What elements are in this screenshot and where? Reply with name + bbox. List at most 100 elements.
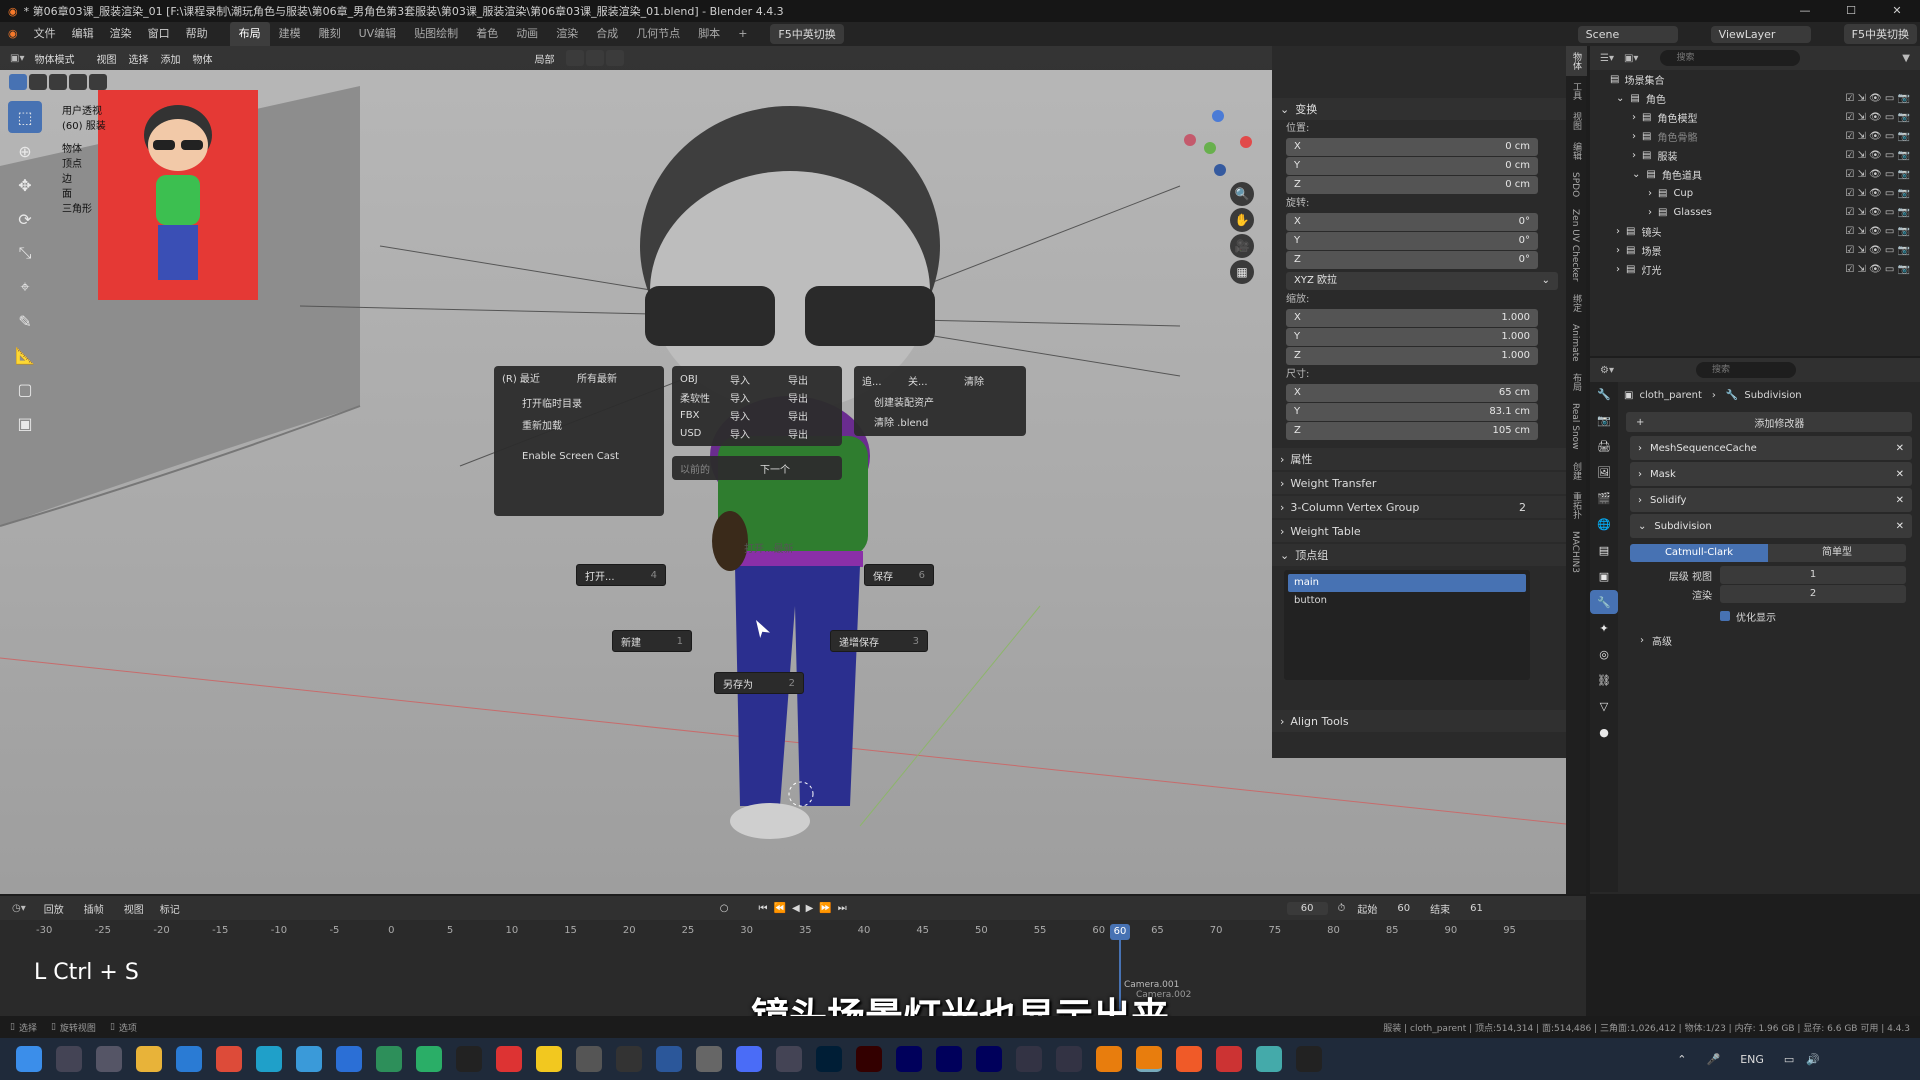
- workspace-tab-geometry-nodes[interactable]: 几何节点: [627, 22, 689, 46]
- vertex-group-item-main[interactable]: main: [1288, 574, 1526, 592]
- timeline-menu-view[interactable]: 视图: [124, 901, 144, 916]
- menu-edit[interactable]: 编辑: [64, 22, 102, 46]
- visibility-toggles[interactable]: ☑ ⇲ 👁 ▭ 📷: [1845, 245, 1910, 256]
- outliner-type-icon[interactable]: ☰▾: [1600, 53, 1614, 64]
- catmull-clark-button[interactable]: Catmull-Clark: [1630, 544, 1768, 562]
- modifier-tab-icon[interactable]: 🔧: [1590, 590, 1618, 614]
- add-modifier-button[interactable]: + 添加修改器: [1626, 412, 1912, 432]
- annotate-tool[interactable]: ✎: [8, 305, 42, 337]
- select-mode-extend[interactable]: [29, 74, 47, 90]
- outliner-root-row[interactable]: ▤ 场景集合: [1590, 70, 1920, 89]
- close-icon[interactable]: ✕: [1896, 469, 1904, 480]
- levels-render-field[interactable]: 2: [1720, 585, 1906, 603]
- gizmo-z[interactable]: [1212, 110, 1224, 122]
- fbx-import-button[interactable]: 导入: [730, 408, 788, 423]
- app-icon[interactable]: [1216, 1046, 1242, 1072]
- outliner-row[interactable]: › ▤ Cup ☑ ⇲ 👁 ▭ 📷: [1590, 184, 1920, 203]
- app-icon[interactable]: [336, 1046, 362, 1072]
- world-tab-icon[interactable]: 🌐: [1590, 512, 1618, 536]
- pie-new-button[interactable]: 新建 1: [612, 630, 692, 652]
- workspace-tab-compositing[interactable]: 合成: [587, 22, 627, 46]
- play-icon[interactable]: ▶: [806, 903, 814, 914]
- collapse-chevron-icon[interactable]: ⌄: [1632, 169, 1640, 180]
- soft-import-button[interactable]: 导入: [730, 390, 788, 405]
- jump-end-icon[interactable]: ⏭: [838, 903, 847, 914]
- object-mode-selector[interactable]: 物体模式: [34, 51, 74, 66]
- vertex-group-item-button[interactable]: button: [1288, 592, 1526, 610]
- start-frame-field[interactable]: 60: [1397, 903, 1410, 914]
- tool-settings-tab-icon[interactable]: 🔧: [1590, 382, 1618, 406]
- workspace-tab-uv[interactable]: UV编辑: [350, 22, 406, 46]
- outliner-row[interactable]: › ▤ 灯光 ☑ ⇲ 👁 ▭ 📷: [1590, 260, 1920, 279]
- blender-active-icon[interactable]: [1136, 1046, 1162, 1072]
- tab-layout[interactable]: 布局: [1566, 367, 1587, 397]
- levels-viewport-field[interactable]: 1: [1720, 566, 1906, 584]
- minimize-button[interactable]: —: [1782, 0, 1828, 22]
- scene-selector[interactable]: Scene: [1577, 25, 1678, 43]
- display-mode-icon[interactable]: ▣▾: [1624, 53, 1638, 64]
- scale-z-field[interactable]: Z 1.000: [1286, 347, 1538, 365]
- modifier-mask[interactable]: › Mask ✕: [1630, 462, 1912, 486]
- pie-clear-button[interactable]: 清除: [964, 373, 984, 388]
- constraints-tab-icon[interactable]: ⛓: [1590, 668, 1618, 692]
- visibility-toggles[interactable]: ☑ ⇲ 👁 ▭ 📷: [1845, 93, 1910, 104]
- expand-chevron-icon[interactable]: ›: [1648, 207, 1652, 218]
- workspace-tab-layout[interactable]: 布局: [229, 22, 270, 46]
- three-column-vg-header[interactable]: › 3-Column Vertex Group 2: [1272, 496, 1566, 518]
- usd-import-button[interactable]: 导入: [730, 426, 788, 441]
- task-view-icon[interactable]: [96, 1046, 122, 1072]
- menu-file[interactable]: 文件: [26, 22, 64, 46]
- expand-chevron-icon[interactable]: ›: [1616, 264, 1620, 275]
- timeline-menu-marker[interactable]: 标记: [160, 901, 180, 916]
- align-tools-header[interactable]: › Align Tools: [1272, 710, 1566, 732]
- search-icon[interactable]: [56, 1046, 82, 1072]
- pie-save-button[interactable]: 保存 6: [864, 564, 934, 586]
- select-box-tool[interactable]: ⬚: [8, 101, 42, 133]
- tab-spdo[interactable]: SPDO: [1566, 166, 1584, 203]
- photoshop-icon[interactable]: [816, 1046, 842, 1072]
- tab-rig[interactable]: 绑定: [1566, 288, 1587, 318]
- pie-all-recent-button[interactable]: 所有最新: [577, 370, 617, 385]
- select-mode-invert[interactable]: [69, 74, 87, 90]
- visibility-toggles[interactable]: ☑ ⇲ 👁 ▭ 📷: [1845, 188, 1910, 199]
- menu-render[interactable]: 渲染: [102, 22, 140, 46]
- blender-menu-icon[interactable]: ◉: [0, 22, 26, 46]
- qq-icon[interactable]: [456, 1046, 482, 1072]
- add-cube-tool[interactable]: ▢: [8, 373, 42, 405]
- properties-type-icon[interactable]: ⚙▾: [1600, 365, 1614, 376]
- data-tab-icon[interactable]: ▽: [1590, 694, 1618, 718]
- pie-incremental-save-button[interactable]: 递增保存 3: [830, 630, 928, 652]
- close-icon[interactable]: ✕: [1896, 495, 1904, 506]
- object-tab-icon[interactable]: ▣: [1590, 564, 1618, 588]
- filter-icon[interactable]: ▼: [1902, 53, 1910, 64]
- play-reverse-icon[interactable]: ◀: [792, 903, 800, 914]
- expand-chevron-icon[interactable]: ›: [1632, 131, 1636, 142]
- file-explorer-icon[interactable]: [136, 1046, 162, 1072]
- transform-tool[interactable]: ⌖: [8, 271, 42, 303]
- pie-prev-button[interactable]: 以前的: [680, 461, 760, 476]
- location-x-field[interactable]: X 0 cm: [1286, 138, 1538, 156]
- properties-header[interactable]: › 属性: [1272, 448, 1566, 470]
- transform-header[interactable]: ⌄ 变换: [1272, 98, 1566, 120]
- tab-animate[interactable]: Animate: [1566, 318, 1584, 368]
- scale-y-field[interactable]: Y 1.000: [1286, 328, 1538, 346]
- premiere-icon[interactable]: [896, 1046, 922, 1072]
- expand-chevron-icon[interactable]: ›: [1616, 226, 1620, 237]
- blender-icon[interactable]: [1096, 1046, 1122, 1072]
- obj-export-button[interactable]: 导出: [788, 372, 808, 387]
- simple-button[interactable]: 简单型: [1768, 544, 1906, 562]
- after-effects-icon[interactable]: [936, 1046, 962, 1072]
- scene-tab-icon[interactable]: 🎬: [1590, 486, 1618, 510]
- material-tab-icon[interactable]: ●: [1590, 720, 1618, 744]
- app-icon[interactable]: [296, 1046, 322, 1072]
- record-icon[interactable]: ○: [720, 903, 729, 914]
- collection-tab-icon[interactable]: ▤: [1590, 538, 1618, 562]
- outliner-row[interactable]: › ▤ Glasses ☑ ⇲ 👁 ▭ 📷: [1590, 203, 1920, 222]
- pie-clear-blend-button[interactable]: 清除 .blend: [862, 414, 1018, 434]
- pie-open-temp-button[interactable]: 打开临时目录: [494, 394, 664, 416]
- rotation-mode-dropdown[interactable]: XYZ 欧拉 ⌄: [1286, 272, 1558, 290]
- editor-type-icon[interactable]: ▣▾: [10, 53, 24, 64]
- close-icon[interactable]: ✕: [1896, 443, 1904, 454]
- outliner-row[interactable]: › ▤ 场景 ☑ ⇲ 👁 ▭ 📷: [1590, 241, 1920, 260]
- pie-link-button[interactable]: 关...: [908, 373, 964, 388]
